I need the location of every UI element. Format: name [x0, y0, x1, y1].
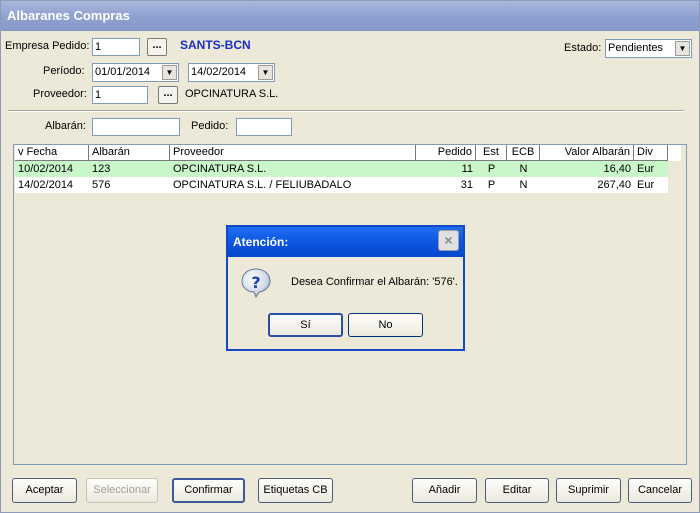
question-icon: ? — [241, 268, 271, 299]
cell-ecb: N — [519, 179, 528, 191]
fecha-desde-picker[interactable]: 01/01/2014 ▼ — [92, 63, 179, 82]
cell-albaran: 123 — [92, 163, 111, 175]
confirm-dialog: Atención: × ? Desea Confirmar el Albarán… — [226, 225, 465, 351]
estado-label: Estado: — [564, 42, 602, 54]
cell-div: Eur — [637, 163, 655, 175]
svg-text:?: ? — [251, 273, 260, 292]
anadir-button[interactable]: Añadir — [412, 478, 477, 503]
empresa-label: Empresa Pedido: — [5, 40, 90, 52]
empresa-input[interactable]: 1 — [92, 38, 140, 56]
window-titlebar[interactable]: Albaranes Compras — [1, 1, 699, 31]
cell-fecha: 10/02/2014 — [18, 163, 74, 175]
col-fecha[interactable]: v Fecha — [15, 145, 89, 161]
cell-valor: 16,40 — [603, 163, 631, 175]
confirmar-button[interactable]: Confirmar — [172, 478, 245, 503]
cell-ecb: N — [519, 163, 528, 175]
dialog-titlebar[interactable]: Atención: × — [228, 227, 463, 257]
periodo-label: Período: — [43, 65, 85, 77]
cell-albaran: 576 — [92, 179, 111, 191]
cell-pedido: 11 — [461, 163, 473, 175]
col-valor[interactable]: Valor Albarán — [540, 145, 634, 161]
table-header: v Fecha Albarán Proveedor Pedido Est ECB… — [15, 145, 681, 161]
cell-fecha: 14/02/2014 — [18, 179, 74, 191]
col-est[interactable]: Est — [476, 145, 507, 161]
pedido-input[interactable] — [236, 118, 292, 136]
window-title: Albaranes Compras — [7, 8, 130, 23]
estado-value: Pendientes — [608, 42, 664, 54]
col-albaran[interactable]: Albarán — [89, 145, 170, 161]
fecha-hasta-value: 14/02/2014 — [191, 66, 247, 78]
albaran-input[interactable] — [92, 118, 180, 136]
seleccionar-button[interactable]: Seleccionar — [86, 478, 158, 503]
chevron-down-icon[interactable]: ▼ — [162, 65, 177, 80]
dialog-message: Desea Confirmar el Albarán: '576'. — [291, 276, 458, 288]
main-window: Albaranes Compras Empresa Pedido: 1 ... … — [0, 0, 700, 513]
col-ecb[interactable]: ECB — [507, 145, 540, 161]
pedido-label: Pedido: — [191, 120, 229, 132]
aceptar-button[interactable]: Aceptar — [12, 478, 77, 503]
estado-select[interactable]: Pendientes ▼ — [605, 39, 692, 58]
fecha-desde-value: 01/01/2014 — [95, 66, 151, 78]
dialog-title: Atención: — [233, 235, 289, 249]
proveedor-label: Proveedor: — [33, 88, 87, 100]
col-pedido[interactable]: Pedido — [416, 145, 476, 161]
empresa-name: SANTS-BCN — [180, 38, 251, 52]
editar-button[interactable]: Editar — [485, 478, 549, 503]
albaran-label: Albarán: — [45, 120, 86, 132]
col-div[interactable]: Div — [634, 145, 668, 161]
chevron-down-icon[interactable]: ▼ — [258, 65, 273, 80]
cancelar-button[interactable]: Cancelar — [628, 478, 692, 503]
col-proveedor[interactable]: Proveedor — [170, 145, 416, 161]
table-row[interactable]: 14/02/2014 576 OPCINATURA S.L. / FELIUBA… — [15, 177, 668, 193]
cell-valor: 267,40 — [597, 179, 631, 191]
table-row[interactable]: 10/02/2014 123 OPCINATURA S.L. 11 P N 16… — [15, 161, 668, 177]
yes-button[interactable]: Sí — [268, 313, 343, 337]
cell-pedido: 31 — [460, 179, 473, 191]
divider — [8, 110, 684, 112]
cell-div: Eur — [637, 179, 655, 191]
proveedor-browse-button[interactable]: ... — [158, 86, 178, 104]
etiquetas-cb-button[interactable]: Etiquetas CB — [258, 478, 333, 503]
suprimir-button[interactable]: Suprimir — [556, 478, 621, 503]
cell-est: P — [487, 163, 496, 175]
empresa-browse-button[interactable]: ... — [147, 38, 167, 56]
proveedor-name: OPCINATURA S.L. — [185, 88, 279, 100]
cell-est: P — [487, 179, 496, 191]
fecha-hasta-picker[interactable]: 14/02/2014 ▼ — [188, 63, 275, 82]
chevron-down-icon[interactable]: ▼ — [675, 41, 690, 56]
cell-proveedor: OPCINATURA S.L. — [173, 163, 267, 175]
no-button[interactable]: No — [348, 313, 423, 337]
cell-proveedor: OPCINATURA S.L. / FELIUBADALO — [173, 179, 352, 191]
proveedor-input[interactable]: 1 — [92, 86, 148, 104]
close-icon[interactable]: × — [438, 230, 459, 251]
